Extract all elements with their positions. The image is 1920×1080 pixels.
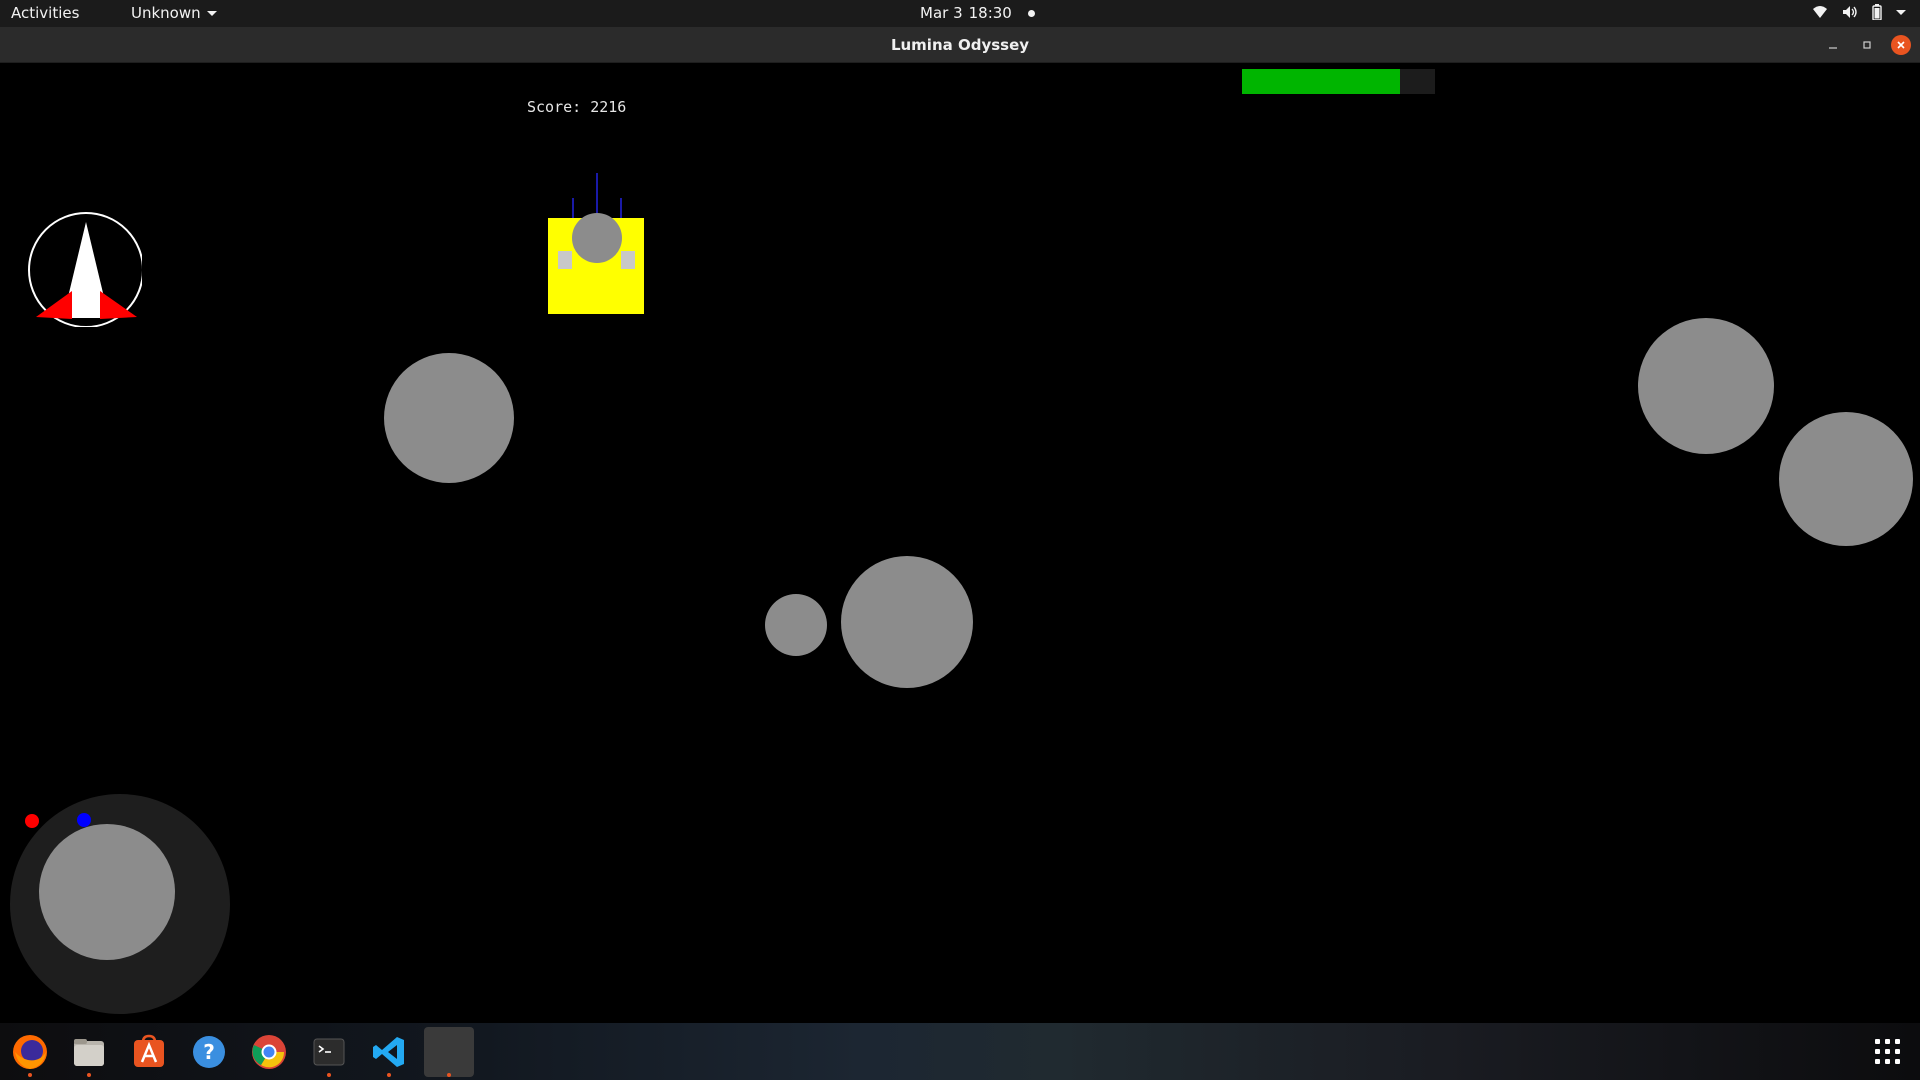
dock-item-firefox[interactable] (5, 1027, 55, 1077)
dock: ? (0, 1023, 1920, 1080)
volume-icon (1843, 6, 1857, 18)
running-indicator (87, 1073, 91, 1077)
joystick-knob (39, 824, 175, 960)
game-canvas[interactable]: Score: 2216 (0, 63, 1920, 1023)
minimize-button[interactable] (1823, 35, 1843, 55)
maximize-button[interactable] (1857, 35, 1877, 55)
terminal-icon (313, 1038, 345, 1066)
close-icon (1897, 41, 1905, 49)
wifi-icon (1813, 6, 1827, 18)
running-indicator (447, 1073, 451, 1077)
window-titlebar[interactable]: Lumina Odyssey (0, 27, 1920, 63)
dock-item-help[interactable]: ? (184, 1027, 234, 1077)
running-indicator (387, 1073, 391, 1077)
chrome-icon (252, 1035, 286, 1069)
top-bar: Activities Unknown Mar 3 18:30 (0, 0, 1920, 27)
software-center-icon (134, 1034, 164, 1067)
dock-item-terminal[interactable] (304, 1027, 354, 1077)
clock-time: 18:30 (968, 4, 1012, 22)
dock-item-files[interactable] (64, 1027, 114, 1077)
notification-dot-icon (1027, 9, 1035, 17)
help-icon: ? (193, 1036, 225, 1068)
app-menu-label: Unknown (131, 4, 201, 22)
show-applications-icon[interactable] (1875, 1039, 1901, 1065)
chevron-down-icon (206, 10, 217, 16)
health-bar-fill (1242, 69, 1401, 94)
minimize-icon (1829, 47, 1837, 49)
battery-icon (1872, 4, 1882, 20)
dock-item-vscode[interactable] (364, 1027, 414, 1077)
dock-item-software[interactable] (124, 1027, 174, 1077)
asteroid (1638, 318, 1774, 454)
app-menu[interactable]: Unknown (131, 4, 217, 22)
clock[interactable]: Mar 3 18:30 (920, 4, 1035, 22)
window-title: Lumina Odyssey (890, 36, 1030, 54)
score-label: Score: 2216 (527, 98, 627, 116)
game-window-icon (431, 1034, 467, 1070)
clock-date: Mar 3 (920, 4, 963, 22)
blue-indicator-icon (77, 813, 91, 827)
red-indicator-icon (25, 814, 39, 828)
vscode-icon (373, 1037, 404, 1067)
health-bar (1242, 69, 1435, 94)
svg-text:?: ? (203, 1040, 215, 1064)
asteroid (841, 556, 973, 688)
files-icon (74, 1039, 104, 1066)
enemy-ship (548, 173, 644, 314)
close-button[interactable] (1891, 35, 1911, 55)
system-menu-chevron-icon (1896, 9, 1906, 15)
virtual-joystick[interactable] (9, 793, 231, 1015)
activities-button[interactable]: Activities (11, 4, 79, 22)
maximize-icon (1863, 41, 1871, 49)
asteroid (1779, 412, 1913, 546)
dock-item-game-window[interactable] (424, 1027, 474, 1077)
system-tray[interactable] (1812, 4, 1906, 20)
asteroid (384, 353, 514, 483)
asteroid (765, 594, 827, 656)
firefox-icon (13, 1035, 47, 1069)
running-indicator (327, 1073, 331, 1077)
player-ship (28, 212, 142, 327)
running-indicator (28, 1073, 32, 1077)
dock-item-chrome[interactable] (244, 1027, 294, 1077)
